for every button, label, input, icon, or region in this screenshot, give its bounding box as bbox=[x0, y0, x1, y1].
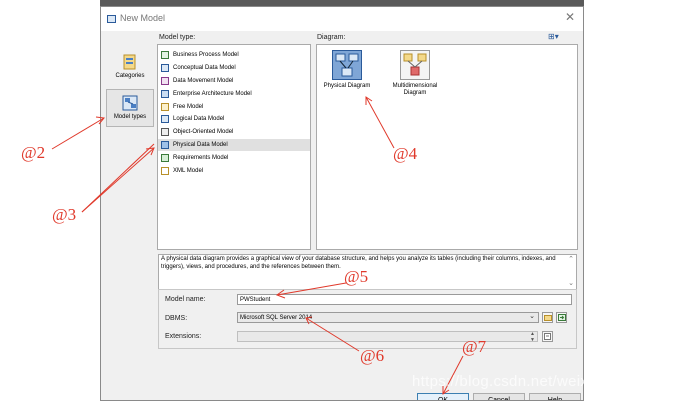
watermark-text: https://blog.csdn.net/weixin_57772003 bbox=[412, 373, 679, 390]
annotation-arrow-5 bbox=[276, 282, 347, 296]
annotation-arrow-3b bbox=[81, 143, 155, 213]
annotation-arrow-2 bbox=[51, 117, 105, 150]
annotation-label-6: @6 bbox=[360, 346, 385, 365]
annotation-label-7: @7 bbox=[462, 337, 487, 356]
annotation-label-2: @2 bbox=[21, 143, 46, 162]
annotation-label-5: @5 bbox=[344, 267, 369, 286]
annotation-label-3: @3 bbox=[52, 205, 77, 224]
annotation-arrows bbox=[51, 96, 464, 395]
annotation-arrow-6 bbox=[305, 317, 360, 352]
annotation-label-4: @4 bbox=[393, 144, 418, 163]
annotation-arrow-4 bbox=[365, 96, 395, 149]
